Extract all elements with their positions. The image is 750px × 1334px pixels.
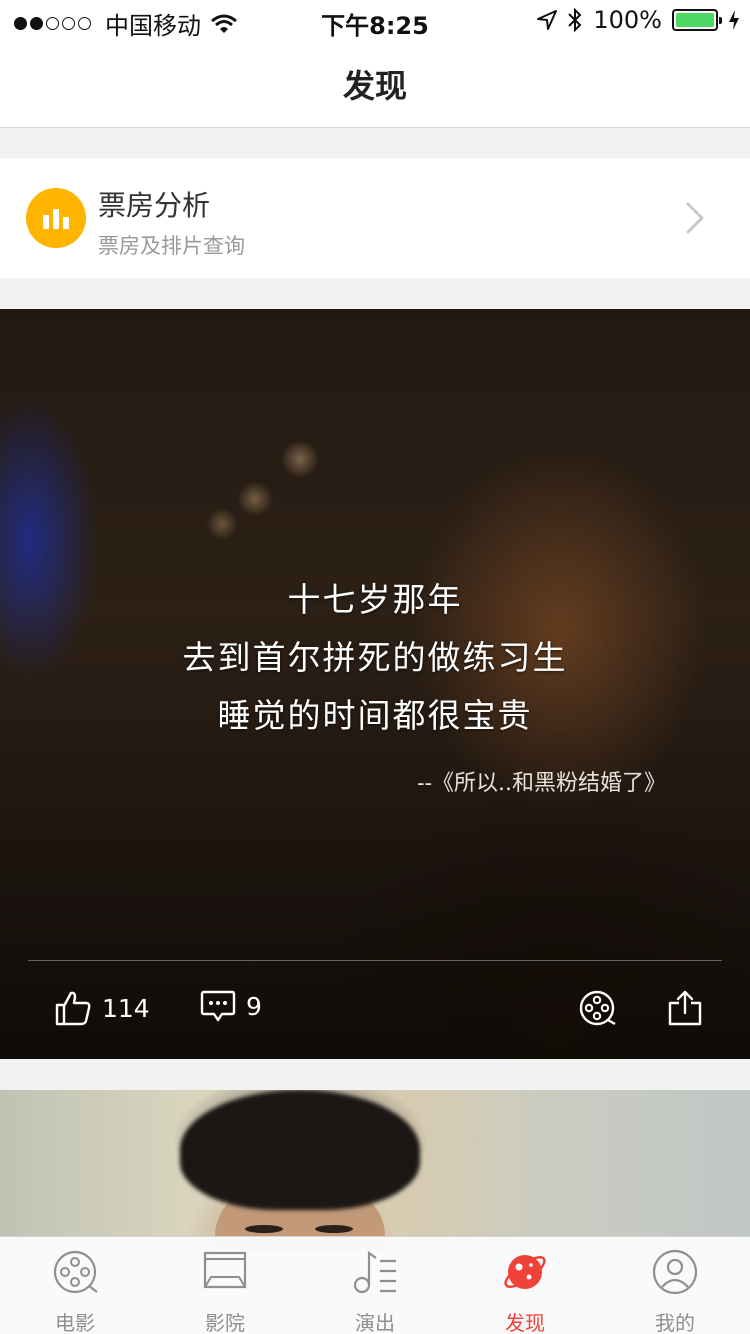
film-reel-icon	[53, 1250, 98, 1294]
battery-icon	[672, 9, 722, 31]
quote-line: 十七岁那年	[287, 580, 463, 619]
tab-cinema[interactable]: 影院	[150, 1237, 300, 1334]
quote-line: 睡觉的时间都很宝贵	[217, 696, 533, 735]
thumbs-up-icon	[55, 991, 91, 1026]
battery-percent: 100%	[593, 6, 662, 34]
bluetooth-icon	[568, 8, 582, 32]
card-photo-eye	[315, 1225, 353, 1233]
card-photo-hair	[180, 1090, 420, 1210]
card-image-overlay	[0, 309, 750, 1059]
like-button[interactable]: 114	[54, 989, 150, 1027]
bar-chart-icon	[26, 188, 86, 248]
chevron-right-icon	[686, 202, 704, 234]
tab-discover[interactable]: 发现	[450, 1237, 600, 1334]
tab-label: 我的	[655, 1311, 695, 1334]
tab-mine[interactable]: 我的	[600, 1237, 750, 1334]
comment-bubble-icon	[200, 990, 236, 1022]
tab-label: 电影	[55, 1311, 95, 1334]
music-note-icon	[353, 1250, 396, 1294]
cinema-screen-icon	[203, 1251, 247, 1289]
tab-label: 影院	[205, 1311, 245, 1334]
box-office-subtitle: 票房及排片查询	[98, 234, 245, 258]
feed-card[interactable]: 十七岁那年 去到首尔拼死的做练习生 睡觉的时间都很宝贵 --《所以..和黑粉结婚…	[0, 309, 750, 1059]
charging-bolt-icon	[729, 10, 739, 30]
tab-label: 演出	[355, 1311, 395, 1334]
comment-count: 9	[246, 991, 262, 1021]
card-photo-eye	[245, 1225, 283, 1233]
navigation-bar: 发现	[0, 40, 750, 128]
share-button[interactable]	[666, 989, 704, 1027]
status-bar: 中国移动 下午8:25 100%	[0, 0, 750, 40]
share-icon	[668, 990, 702, 1026]
tab-label: 发现	[505, 1311, 545, 1334]
comment-button[interactable]: 9	[200, 989, 262, 1023]
movie-link-button[interactable]	[578, 989, 616, 1027]
box-office-text: 票房分析 票房及排片查询	[98, 184, 245, 260]
quote-source: --《所以..和黑粉结婚了》	[417, 771, 666, 796]
page-title: 发现	[342, 66, 407, 105]
tab-bar: 电影 影院 演出 发现 我的	[0, 1236, 750, 1334]
card-actions: 114 9	[0, 989, 750, 1039]
box-office-entry[interactable]: 票房分析 票房及排片查询	[0, 158, 750, 278]
box-office-title: 票房分析	[98, 189, 211, 222]
film-reel-icon	[579, 990, 616, 1026]
quote-line: 去到首尔拼死的做练习生	[182, 638, 568, 677]
location-arrow-icon	[537, 10, 558, 30]
like-count: 114	[102, 993, 150, 1023]
card-divider	[28, 960, 722, 961]
feed-card-image[interactable]	[0, 1090, 750, 1250]
planet-icon	[504, 1255, 546, 1289]
tab-show[interactable]: 演出	[300, 1237, 450, 1334]
tab-movie[interactable]: 电影	[0, 1237, 150, 1334]
user-icon	[652, 1249, 698, 1295]
status-right: 100%	[537, 6, 740, 34]
